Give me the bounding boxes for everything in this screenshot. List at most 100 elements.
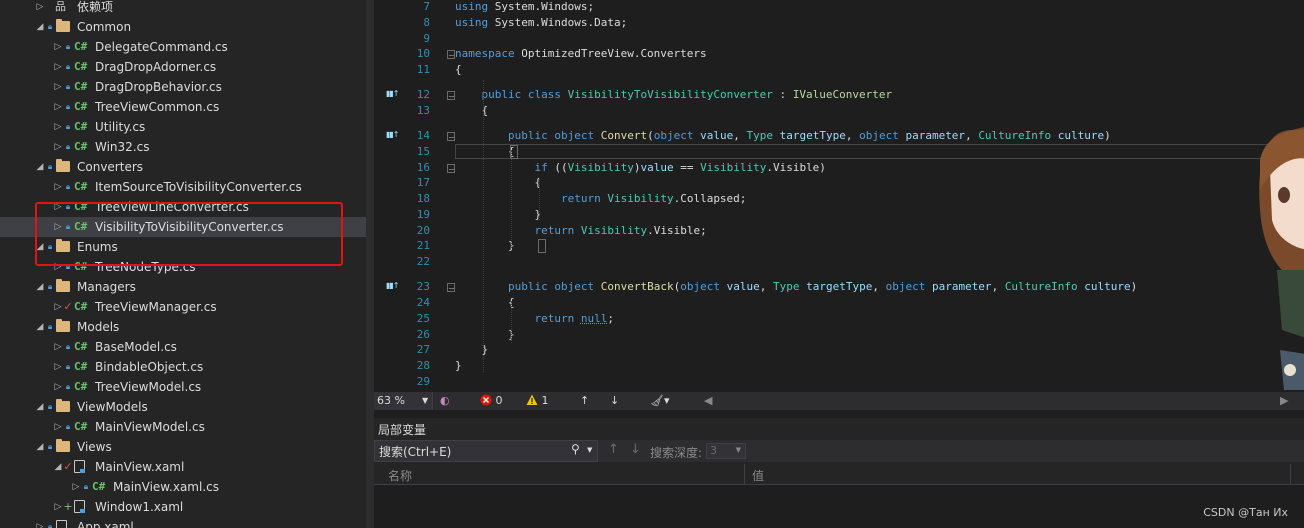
collapsed-arrow-icon[interactable]: ▷	[53, 297, 63, 317]
collapse-region-icon[interactable]: −	[447, 91, 455, 101]
tree-item[interactable]: ▷ 🔒︎ C# Win32.cs	[0, 137, 366, 157]
collapsed-arrow-icon[interactable]: ▷	[71, 477, 81, 497]
tree-item[interactable]: ▷ 🔒︎ C# MainViewModel.cs	[0, 417, 366, 437]
tree-item[interactable]: ▷ + Window1.xaml	[0, 497, 366, 517]
column-name-header[interactable]: 名称	[388, 467, 412, 484]
expanded-arrow-icon[interactable]: ◢	[35, 317, 45, 337]
search-input[interactable]	[379, 444, 567, 460]
tree-item[interactable]: ▷ 🔒︎ C# TreeViewModel.cs	[0, 377, 366, 397]
code-line[interactable]: {	[455, 62, 462, 78]
code-line[interactable]: public class VisibilityToVisibilityConve…	[455, 87, 893, 103]
warning-count-button[interactable]: 1	[526, 392, 549, 410]
implementation-marker-icon[interactable]: ▮▮↑	[386, 281, 399, 290]
code-line[interactable]: return null;	[455, 311, 614, 327]
code-line[interactable]: using System.Windows.Data;	[455, 15, 627, 31]
tree-item[interactable]: ▷ 🔒︎ C# BindableObject.cs	[0, 357, 366, 377]
collapsed-arrow-icon[interactable]: ▷	[53, 97, 63, 117]
tree-item[interactable]: ◢ ✓ MainView.xaml	[0, 457, 366, 477]
implementation-marker-icon[interactable]: ▮▮↑	[386, 130, 399, 139]
tree-item[interactable]: ◢ 🔒︎ Models	[0, 317, 366, 337]
search-dropdown-icon[interactable]: ▼	[587, 446, 592, 454]
implementation-marker-icon[interactable]: ▮▮↑	[386, 89, 399, 98]
code-cleanup-broom-icon[interactable]: 🧹︎▾	[650, 392, 670, 410]
collapse-region-icon[interactable]: −	[447, 283, 455, 293]
column-value-header[interactable]: 值	[752, 467, 764, 484]
tree-item[interactable]: ◢ 🔒︎ Managers	[0, 277, 366, 297]
column-divider[interactable]	[744, 464, 745, 484]
collapsed-arrow-icon[interactable]: ▷	[35, 0, 45, 17]
tree-item[interactable]: ▷ 🔒︎ C# Utility.cs	[0, 117, 366, 137]
search-depth-select[interactable]: 3 ▼	[706, 443, 746, 459]
scroll-left-icon[interactable]: ◀	[704, 392, 712, 410]
code-line[interactable]: }	[455, 238, 515, 254]
search-box[interactable]: ⚲ ▼	[374, 440, 598, 462]
error-count: 0	[495, 394, 503, 407]
code-line[interactable]: }	[455, 207, 541, 223]
collapsed-arrow-icon[interactable]: ▷	[53, 77, 63, 97]
collapsed-arrow-icon[interactable]: ▷	[53, 377, 63, 397]
code-line[interactable]: return Visibility.Visible;	[455, 223, 706, 239]
collapsed-arrow-icon[interactable]: ▷	[35, 517, 45, 528]
tree-item[interactable]: ▷ 🔒︎ C# DragDropAdorner.cs	[0, 57, 366, 77]
tree-item[interactable]: ◢ 🔒︎ Views	[0, 437, 366, 457]
code-line[interactable]: }	[455, 358, 462, 374]
search-previous-icon[interactable]: ↑	[608, 442, 619, 457]
tree-item[interactable]: ▷ 🔒︎ C# DragDropBehavior.cs	[0, 77, 366, 97]
csharp-file-icon: C#	[74, 120, 88, 133]
code-line[interactable]: {	[455, 295, 515, 311]
code-line[interactable]: namespace OptimizedTreeView.Converters	[455, 46, 707, 62]
error-count-button[interactable]: 0	[480, 392, 503, 410]
intellicode-icon[interactable]: ◐	[440, 392, 450, 410]
tree-item[interactable]: ▷ ✓ C# TreeViewManager.cs	[0, 297, 366, 317]
code-line[interactable]: }	[455, 327, 515, 343]
tree-item[interactable]: ▷ 🔒︎ C# ItemSourceToVisibilityConverter.cs	[0, 177, 366, 197]
tree-item[interactable]: ▷ 品依赖项	[0, 0, 366, 17]
chevron-down-icon: ▼	[735, 446, 741, 454]
expanded-arrow-icon[interactable]: ◢	[35, 17, 45, 37]
code-line[interactable]: using System.Windows;	[455, 0, 594, 15]
collapsed-arrow-icon[interactable]: ▷	[53, 137, 63, 157]
tree-item[interactable]: ▷ 🔒︎ C# DelegateCommand.cs	[0, 37, 366, 57]
collapsed-arrow-icon[interactable]: ▷	[53, 37, 63, 57]
search-icon[interactable]: ⚲	[571, 442, 580, 456]
code-line[interactable]: {	[455, 175, 541, 191]
collapsed-arrow-icon[interactable]: ▷	[53, 497, 63, 517]
code-line[interactable]: public object Convert(object value, Type…	[455, 128, 1111, 144]
code-line[interactable]: return Visibility.Collapsed;	[455, 191, 746, 207]
expanded-arrow-icon[interactable]: ◢	[35, 397, 45, 417]
collapsed-arrow-icon[interactable]: ▷	[53, 177, 63, 197]
collapsed-arrow-icon[interactable]: ▷	[53, 57, 63, 77]
column-divider[interactable]	[1290, 464, 1291, 484]
collapsed-arrow-icon[interactable]: ▷	[53, 337, 63, 357]
collapse-region-icon[interactable]: −	[447, 164, 455, 174]
tree-item[interactable]: ◢ 🔒︎ Common	[0, 17, 366, 37]
collapsed-arrow-icon[interactable]: ▷	[53, 417, 63, 437]
expanded-arrow-icon[interactable]: ◢	[35, 437, 45, 457]
zoom-dropdown[interactable]: 63 % ▼	[374, 392, 433, 410]
expanded-arrow-icon[interactable]: ◢	[35, 157, 45, 177]
search-next-icon[interactable]: ↓	[630, 442, 641, 457]
tree-item[interactable]: ▷ 🔒︎ App.xaml	[0, 517, 366, 528]
tree-item[interactable]: ▷ 🔒︎ C# TreeViewCommon.cs	[0, 97, 366, 117]
editor-splitter[interactable]	[366, 0, 374, 528]
expanded-arrow-icon[interactable]: ◢	[35, 277, 45, 297]
scroll-right-icon[interactable]: ▶	[1280, 392, 1288, 410]
collapsed-arrow-icon[interactable]: ▷	[53, 117, 63, 137]
collapse-region-icon[interactable]: −	[447, 132, 455, 142]
tree-item[interactable]: ◢ 🔒︎ Converters	[0, 157, 366, 177]
lock-icon: 🔒︎	[65, 102, 71, 111]
expanded-arrow-icon[interactable]: ◢	[53, 457, 63, 477]
pending-edit-check-icon: ✓	[63, 460, 73, 473]
collapsed-arrow-icon[interactable]: ▷	[53, 357, 63, 377]
arrow-up-icon[interactable]: ↑	[580, 392, 589, 410]
tree-item[interactable]: ◢ 🔒︎ ViewModels	[0, 397, 366, 417]
code-line[interactable]: public object ConvertBack(object value, …	[455, 279, 1137, 295]
code-token: ,	[965, 129, 979, 142]
arrow-down-icon[interactable]: ↓	[610, 392, 619, 410]
code-token: System.Windows.Data;	[488, 16, 628, 29]
tree-item[interactable]: ▷ 🔒︎ C# BaseModel.cs	[0, 337, 366, 357]
collapse-region-icon[interactable]: −	[447, 50, 455, 60]
tree-item[interactable]: ▷ 🔒︎ C# MainView.xaml.cs	[0, 477, 366, 497]
code-token: }	[455, 328, 515, 341]
